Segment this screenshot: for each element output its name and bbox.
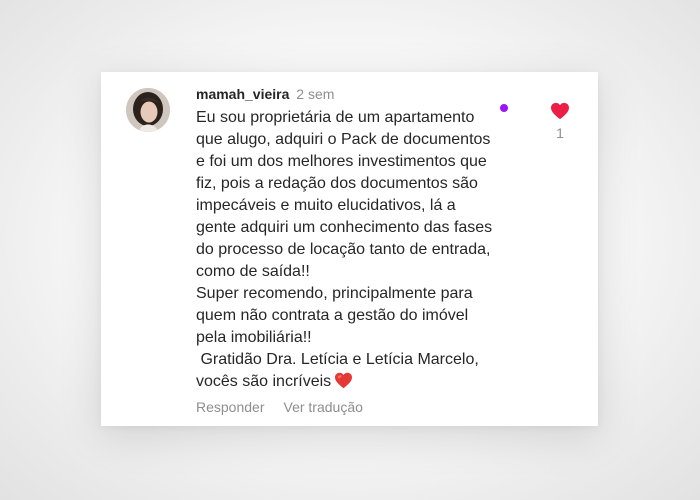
comment-line: e foi um dos melhores investimentos que	[196, 153, 487, 170]
comment-text: Eu sou proprietária de um apartamento qu…	[196, 107, 521, 396]
comment-line: Eu sou proprietária de um apartamento	[196, 109, 475, 126]
comment-line: como de saída!!	[196, 263, 310, 280]
reply-button[interactable]: Responder	[196, 399, 265, 415]
comment-line-text: vocês são incríveis	[196, 373, 332, 390]
see-translation-button[interactable]: Ver tradução	[284, 399, 363, 415]
avatar[interactable]	[126, 88, 170, 132]
comment-line: quem não contrata a gestão do imóvel	[196, 307, 469, 324]
comment-line: pela imobiliária!!	[196, 329, 312, 346]
comment-line: gente adquiri um conhecimento das fases	[196, 219, 493, 236]
avatar-photo	[126, 88, 170, 132]
comment-actions: Responder Ver tradução	[196, 398, 363, 416]
comment-line: Super recomendo, principalmente para	[196, 285, 473, 302]
comment-line: do processo de locação tanto de entrada,	[196, 241, 491, 258]
comment-time: 2 sem	[296, 86, 335, 102]
like-count: 1	[556, 125, 564, 141]
comment-card: mamah_vieira 2 sem Eu sou proprietária d…	[101, 72, 598, 426]
comment-line-last: vocês são incríveis	[196, 371, 521, 396]
comment-line: Gratidão Dra. Letícia e Letícia Marcelo,	[196, 351, 479, 368]
comment-header: mamah_vieira 2 sem	[196, 85, 334, 103]
heart-icon[interactable]	[550, 102, 570, 120]
comment-line: fiz, pois a redação dos documentos são	[196, 175, 478, 192]
red-heart-emoji	[334, 372, 353, 396]
username[interactable]: mamah_vieira	[196, 86, 289, 102]
comment-line: que alugo, adquiri o Pack de documentos	[196, 131, 491, 148]
comment-line: impecáveis e muito elucidativos, lá a	[196, 197, 456, 214]
